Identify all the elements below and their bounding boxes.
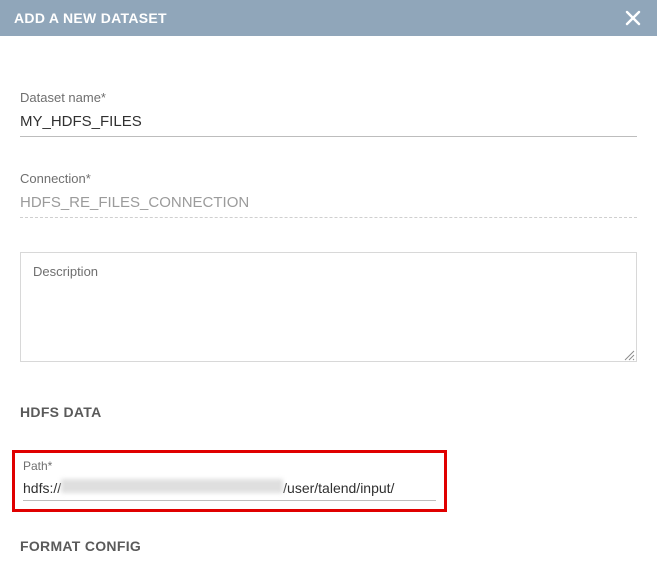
close-icon[interactable] (623, 8, 643, 28)
path-suffix: /user/talend/input/ (283, 480, 394, 496)
format-config-heading: FORMAT CONFIG (20, 538, 637, 554)
path-highlight-box: Path* hdfs:// /user/talend/input/ (12, 450, 447, 512)
description-box: Description (20, 252, 637, 362)
connection-input[interactable] (20, 190, 637, 218)
form-body: Dataset name* Connection* Description HD… (0, 36, 657, 554)
dialog-title: ADD A NEW DATASET (14, 10, 167, 26)
path-prefix: hdfs:// (23, 480, 61, 496)
dataset-name-field: Dataset name* (20, 90, 637, 137)
connection-field: Connection* (20, 171, 637, 218)
hdfs-data-heading: HDFS DATA (20, 404, 637, 420)
description-label: Description (33, 264, 98, 279)
dataset-name-input[interactable] (20, 109, 637, 137)
description-field: Description (20, 252, 637, 362)
dataset-name-label: Dataset name* (20, 90, 637, 105)
connection-label: Connection* (20, 171, 637, 186)
redacted-host (61, 479, 283, 493)
dialog-header: ADD A NEW DATASET (0, 0, 657, 36)
resize-handle-icon[interactable] (623, 348, 635, 360)
path-label: Path* (23, 459, 436, 473)
path-input[interactable]: hdfs:// /user/talend/input/ (23, 477, 436, 501)
description-textarea[interactable] (33, 281, 624, 351)
